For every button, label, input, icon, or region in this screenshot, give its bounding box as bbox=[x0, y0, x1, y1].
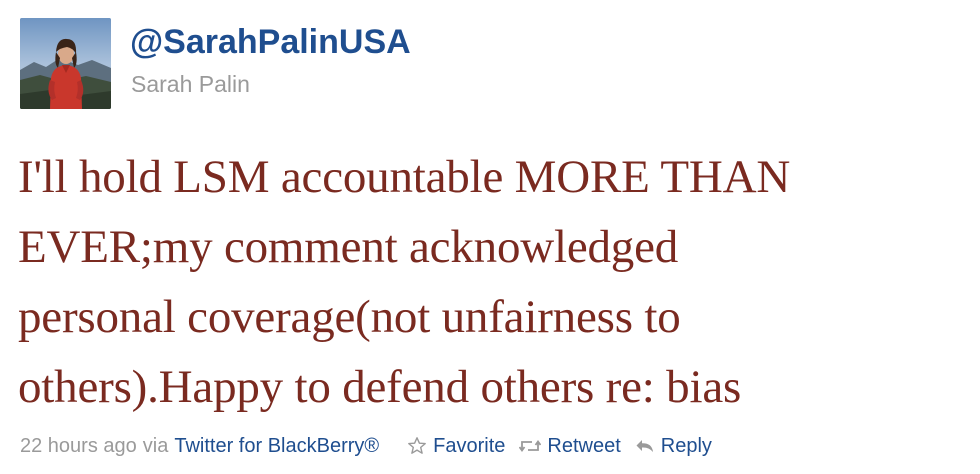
retweet-label: Retweet bbox=[547, 435, 621, 457]
tweet-text-line: I'll hold LSM accountable MORE THAN bbox=[18, 151, 791, 203]
timestamp-link[interactable]: 22 hours ago bbox=[20, 431, 137, 461]
reply-arrow-icon bbox=[635, 437, 655, 455]
via-label: via bbox=[142, 435, 169, 457]
tweet-text-line: personal coverage(not unfairness to bbox=[18, 291, 681, 343]
star-outline-icon bbox=[407, 436, 427, 456]
reply-label: Reply bbox=[660, 435, 712, 457]
favorite-label: Favorite bbox=[433, 435, 506, 457]
avatar[interactable] bbox=[20, 18, 111, 109]
tweet-card: @SarahPalinUSA Sarah Palin I'll hold LSM… bbox=[0, 0, 980, 474]
tweet-text: I'll hold LSM accountable MORE THAN EVER… bbox=[18, 142, 973, 422]
tweet-actions: Favorite Retweet Reply bbox=[407, 431, 726, 461]
tweet-text-line: EVER;my comment acknowledged bbox=[18, 221, 679, 273]
user-display-name: Sarah Palin bbox=[131, 71, 250, 97]
retweet-icon bbox=[519, 437, 542, 455]
user-handle[interactable]: @SarahPalinUSA bbox=[130, 22, 411, 62]
tweet-text-line: others).Happy to defend others re: bias bbox=[18, 361, 742, 413]
favorite-button[interactable]: Favorite bbox=[407, 431, 505, 461]
retweet-button[interactable]: Retweet bbox=[519, 431, 621, 461]
source-link[interactable]: Twitter for BlackBerry® bbox=[174, 431, 379, 461]
reply-button[interactable]: Reply bbox=[635, 431, 712, 461]
tweet-meta: 22 hours ago via Twitter for BlackBerry®… bbox=[20, 431, 726, 461]
profile-photo-icon bbox=[20, 18, 111, 109]
